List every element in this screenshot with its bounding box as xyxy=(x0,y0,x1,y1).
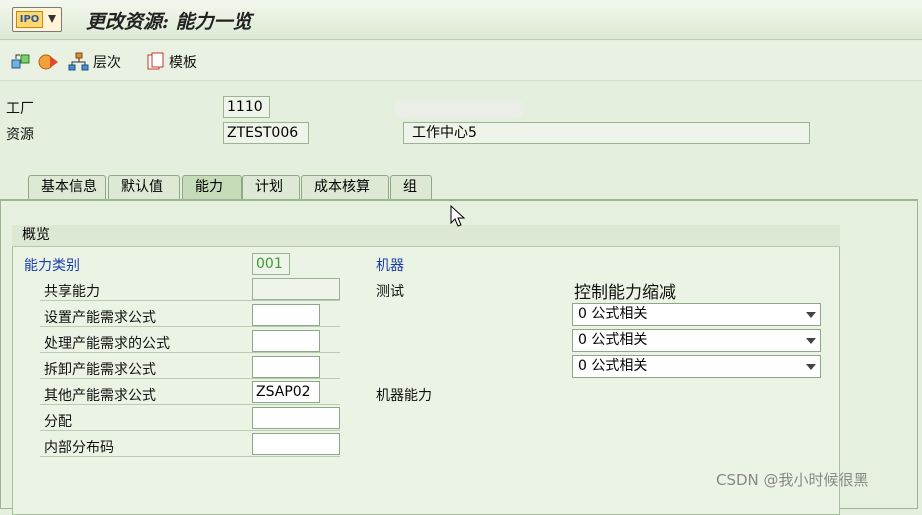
flow-button[interactable] xyxy=(38,51,60,73)
resource-field[interactable]: ZTEST006 xyxy=(223,122,309,144)
shared-capacity-text: 测试 xyxy=(376,284,404,300)
teardown-formula-field[interactable] xyxy=(252,356,320,378)
dropdown-arrow-icon xyxy=(806,338,816,344)
internal-distribution-label: 内部分布码 xyxy=(44,440,114,456)
tab-capacity[interactable]: 能力 xyxy=(182,175,242,200)
tab-scheduling[interactable]: 计划 xyxy=(242,175,300,200)
switch-object-icon xyxy=(11,54,30,69)
setup-reduction-select[interactable]: 0 公式相关 xyxy=(572,303,821,326)
template-button[interactable]: 模板 xyxy=(146,51,197,73)
watermark: CSDN @我小时候很黑 xyxy=(716,471,869,489)
app-icon-picture: IPO xyxy=(16,11,43,28)
other-formula-field[interactable]: ZSAP02 xyxy=(252,381,320,403)
resource-label: 资源 xyxy=(6,127,34,143)
setup-formula-field[interactable] xyxy=(252,304,320,326)
tab-label: 组 xyxy=(403,179,417,195)
other-formula-label: 其他产能需求公式 xyxy=(44,388,156,404)
processing-formula-label: 处理产能需求的公式 xyxy=(44,336,170,352)
tab-label: 基本信息 xyxy=(41,179,97,195)
tab-label: 计划 xyxy=(255,179,283,195)
hierarchy-icon xyxy=(68,52,89,71)
overview-group-title: 概览 xyxy=(12,225,840,247)
teardown-reduction-select[interactable]: 0 公式相关 xyxy=(572,355,821,378)
dropdown-arrow-icon xyxy=(806,312,816,318)
application-toolbar: 层次 模板 xyxy=(0,41,922,81)
template-icon xyxy=(147,52,164,70)
capacity-category-text: 机器 xyxy=(376,258,404,274)
hierarchy-button[interactable]: 层次 xyxy=(68,51,121,73)
template-label: 模板 xyxy=(169,55,197,71)
resource-description-field[interactable]: 工作中心5 xyxy=(403,122,810,144)
capacity-category-label: 能力类别 xyxy=(24,258,80,274)
plant-label: 工厂 xyxy=(6,101,34,117)
tab-label: 能力 xyxy=(195,179,223,195)
page-title: 更改资源: 能力一览 xyxy=(86,11,252,33)
select-value: 0 公式相关 xyxy=(578,306,648,322)
app-menu-button[interactable]: IPO xyxy=(12,7,62,32)
title-bar: IPO 更改资源: 能力一览 xyxy=(0,0,922,40)
other-formula-text: 机器能力 xyxy=(376,388,432,404)
allocation-label: 分配 xyxy=(44,414,72,430)
shared-capacity-label: 共享能力 xyxy=(44,284,100,300)
teardown-formula-label: 拆卸产能需求公式 xyxy=(44,362,156,378)
other-object-button[interactable] xyxy=(10,51,32,73)
tab-basic-info[interactable]: 基本信息 xyxy=(28,175,106,200)
dropdown-arrow-icon xyxy=(806,364,816,370)
setup-formula-label: 设置产能需求公式 xyxy=(44,310,156,326)
internal-distribution-field[interactable] xyxy=(252,433,340,455)
processing-reduction-select[interactable]: 0 公式相关 xyxy=(572,329,821,352)
row-divider xyxy=(40,430,340,431)
tab-label: 成本核算 xyxy=(314,179,370,195)
shared-capacity-field xyxy=(252,278,340,300)
redacted-area xyxy=(394,100,524,118)
tab-costing[interactable]: 成本核算 xyxy=(301,175,389,200)
tab-group[interactable]: 组 xyxy=(390,175,432,200)
tab-defaults[interactable]: 默认值 xyxy=(108,175,180,200)
select-value: 0 公式相关 xyxy=(578,332,648,348)
allocation-field[interactable] xyxy=(252,407,340,429)
select-value: 0 公式相关 xyxy=(578,358,648,374)
mouse-pointer-icon xyxy=(450,205,466,227)
capacity-reduction-title: 控制能力缩减 xyxy=(574,283,676,303)
plant-field[interactable]: 1110 xyxy=(223,96,270,118)
hierarchy-label: 层次 xyxy=(93,55,121,71)
processing-formula-field[interactable] xyxy=(252,330,320,352)
tab-label: 默认值 xyxy=(121,179,163,195)
chevron-down-icon xyxy=(48,15,56,23)
flow-icon xyxy=(38,54,58,70)
capacity-category-field[interactable]: 001 xyxy=(252,253,290,275)
